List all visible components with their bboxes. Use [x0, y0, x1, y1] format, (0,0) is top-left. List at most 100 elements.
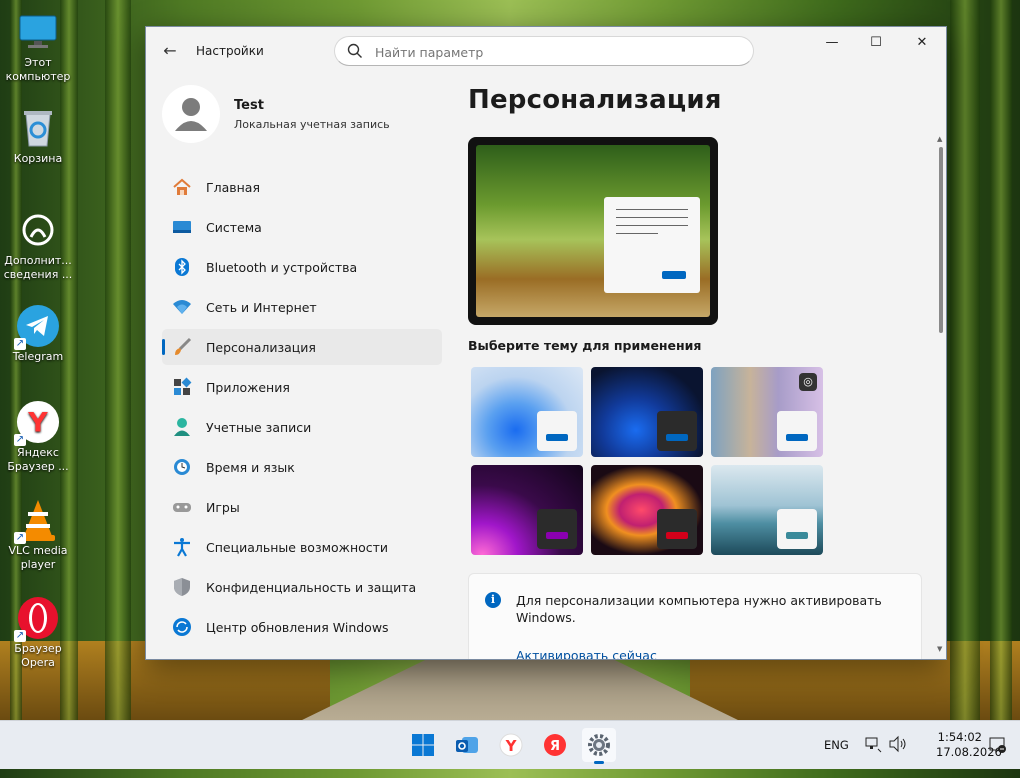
sidebar-item-label: Главная — [206, 179, 260, 195]
scrollbar-thumb[interactable] — [939, 147, 943, 333]
sidebar-item-time-language[interactable]: Время и язык — [162, 449, 442, 485]
scroll-down-icon[interactable]: ▼ — [937, 645, 942, 653]
wifi-icon — [172, 297, 192, 317]
theme-card — [537, 411, 577, 451]
back-button[interactable]: ← — [160, 41, 180, 61]
user-name: Test — [234, 98, 264, 113]
preview-accent-button — [662, 271, 686, 279]
search-box[interactable] — [334, 36, 754, 66]
sidebar-item-bluetooth[interactable]: Bluetooth и устройства — [162, 249, 442, 285]
sidebar-item-windows-update[interactable]: Центр обновления Windows — [162, 609, 442, 645]
clock-date: 17.08.2026 — [936, 745, 1002, 759]
main-content: Персонализация Выберите тему для примене… — [468, 85, 928, 659]
user-icon — [175, 98, 207, 131]
apps-icon — [172, 377, 192, 397]
activate-now-link[interactable]: Активировать сейчас — [516, 648, 657, 659]
desktop-icon-this-pc[interactable]: Этот компьютер — [0, 10, 76, 84]
theme-tile-light-bloom[interactable] — [471, 367, 583, 457]
sidebar-item-label: Игры — [206, 499, 240, 515]
yandex-icon[interactable]: Я — [538, 728, 572, 762]
theme-tile-glow[interactable] — [471, 465, 583, 555]
settings-window: ← Настройки — ☐ ✕ Test Локальная учетная… — [145, 26, 947, 660]
theme-card — [537, 509, 577, 549]
clock[interactable]: 1:54:02 17.08.2026 — [936, 730, 1002, 778]
settings-icon[interactable] — [582, 728, 616, 764]
preview-window — [604, 197, 700, 293]
desktop-icon-recycle-bin[interactable]: Корзина — [0, 106, 76, 166]
desktop-icon-opera[interactable]: ↗ Браузер Opera — [0, 596, 76, 670]
accessibility-icon — [172, 537, 192, 557]
themes-title: Выберите тему для применения — [468, 338, 702, 353]
spotlight-icon: ◎ — [799, 373, 817, 391]
telegram-icon: ↗ — [14, 304, 60, 350]
yandex-browser-icon[interactable]: Y — [494, 728, 528, 762]
theme-tile-captured-motion[interactable] — [591, 465, 703, 555]
volume-icon[interactable] — [888, 735, 908, 755]
desktop-icon-label: Корзина — [13, 152, 63, 165]
page-title: Персонализация — [468, 85, 722, 115]
yandex-browser-icon: Y ↗ — [14, 400, 60, 446]
sidebar-item-label: Время и язык — [206, 459, 295, 475]
sidebar-item-privacy[interactable]: Конфиденциальность и защита — [162, 569, 442, 605]
scrollbar[interactable]: ▲ ▼ — [937, 135, 944, 653]
opera-icon: ↗ — [14, 596, 60, 642]
sidebar-item-home[interactable]: Главная — [162, 169, 442, 205]
activation-message: Для персонализации компьютера нужно акти… — [516, 593, 882, 625]
activation-notice: i Для персонализации компьютера нужно ак… — [468, 573, 922, 659]
arrow-left-icon: ← — [163, 41, 177, 60]
svg-text:Y: Y — [27, 408, 48, 439]
monitor-icon — [16, 10, 60, 54]
sidebar-item-label: Сеть и Интернет — [206, 299, 317, 315]
desktop-icon-vlc[interactable]: ↗ VLC media player — [0, 498, 76, 572]
gamepad-icon — [172, 497, 192, 517]
sidebar-item-label: Учетные записи — [206, 419, 312, 435]
sidebar-item-personalization[interactable]: Персонализация — [162, 329, 442, 365]
sidebar-item-network[interactable]: Сеть и Интернет — [162, 289, 442, 325]
network-icon[interactable] — [864, 735, 882, 755]
desktop-icon-telegram[interactable]: ↗ Telegram — [0, 304, 76, 364]
taskbar: Y Я ENG 1:54:02 17.08.2026 — [0, 720, 1020, 769]
avatar — [162, 85, 220, 143]
shortcut-arrow-icon: ↗ — [14, 532, 26, 544]
theme-card — [777, 509, 817, 549]
sidebar-item-label: Специальные возможности — [206, 539, 389, 555]
desktop-icon-label: Браузер Opera — [14, 642, 62, 669]
info-icon — [16, 208, 60, 252]
theme-tile-dark-bloom[interactable] — [591, 367, 703, 457]
sidebar-item-apps[interactable]: Приложения — [162, 369, 442, 405]
search-icon — [347, 43, 362, 58]
shortcut-arrow-icon: ↗ — [14, 434, 26, 446]
app-title: Настройки — [196, 44, 264, 58]
windows-start-icon[interactable] — [406, 728, 440, 762]
accounts-icon — [172, 417, 192, 437]
desktop-icon-label: Этот компьютер — [5, 56, 71, 83]
theme-tile-spotlight[interactable]: ◎ — [711, 367, 823, 457]
clock-time: 1:54:02 — [937, 730, 982, 744]
notifications-icon[interactable] — [988, 735, 1008, 755]
bluetooth-icon — [172, 257, 192, 277]
search-input[interactable] — [373, 42, 737, 62]
close-button[interactable]: ✕ — [904, 33, 940, 53]
sidebar-item-label: Персонализация — [206, 339, 316, 355]
sidebar-nav: Главная Система Bluetooth и устройства С… — [162, 169, 442, 649]
user-profile[interactable]: Test Локальная учетная запись — [162, 85, 442, 145]
sidebar-item-label: Bluetooth и устройства — [206, 259, 358, 275]
wallpaper-preview-image — [476, 145, 710, 317]
scroll-up-icon[interactable]: ▲ — [937, 135, 942, 143]
language-indicator[interactable]: ENG — [824, 721, 849, 769]
update-icon — [172, 617, 192, 637]
desktop-icon-yandex-browser[interactable]: Y ↗ Яндекс Браузер ... — [0, 400, 76, 474]
svg-text:Y: Y — [505, 737, 518, 755]
desktop-icon-label: Дополнит... сведения ... — [3, 254, 73, 281]
outlook-icon[interactable] — [450, 728, 484, 762]
desktop-icon-extra-info[interactable]: Дополнит... сведения ... — [0, 208, 76, 282]
minimize-button[interactable]: — — [814, 33, 850, 53]
theme-tile-flow[interactable] — [711, 465, 823, 555]
theme-card — [657, 411, 697, 451]
shield-icon — [172, 577, 192, 597]
sidebar-item-gaming[interactable]: Игры — [162, 489, 442, 525]
sidebar-item-system[interactable]: Система — [162, 209, 442, 245]
sidebar-item-accessibility[interactable]: Специальные возможности — [162, 529, 442, 565]
maximize-button[interactable]: ☐ — [858, 33, 894, 53]
sidebar-item-accounts[interactable]: Учетные записи — [162, 409, 442, 445]
